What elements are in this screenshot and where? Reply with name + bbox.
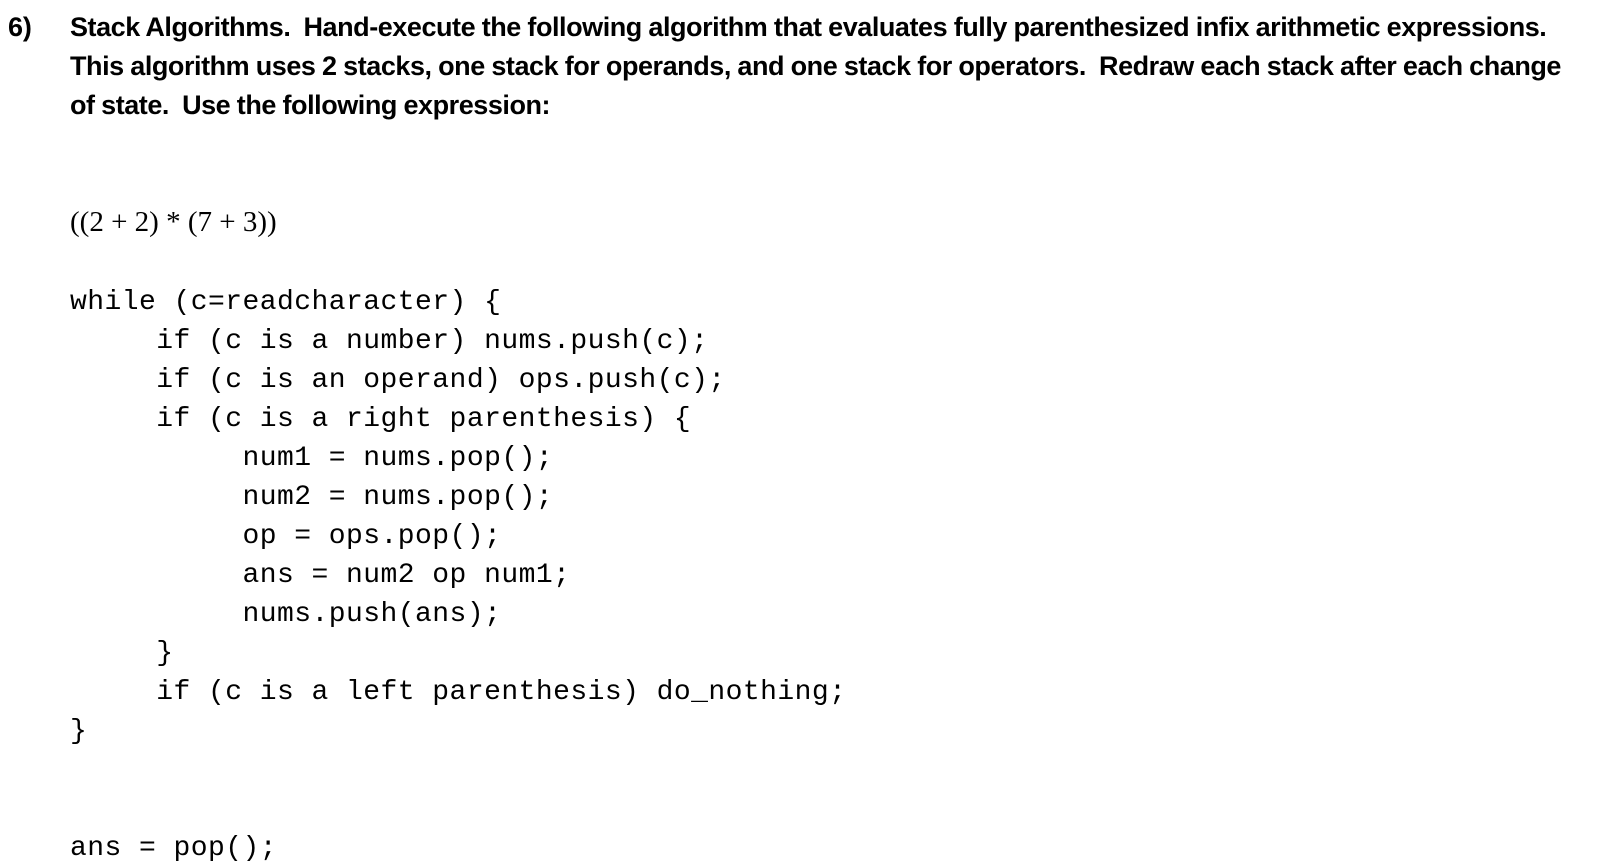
code-line: op = ops.pop(); <box>70 521 502 552</box>
code-line: if (c is a right parenthesis) { <box>70 404 692 435</box>
document-page: 6) Stack Algorithms. Hand-execute the fo… <box>0 0 1608 864</box>
code-line: ans = num2 op num1; <box>70 560 571 591</box>
code-line: num2 = nums.pop(); <box>70 482 554 513</box>
code-line: while (c=readcharacter) { <box>70 287 502 318</box>
code-line: ans = pop(); <box>70 833 278 864</box>
code-line: nums.push(ans); <box>70 599 502 630</box>
code-line: } <box>70 638 174 669</box>
code-line: num1 = nums.pop(); <box>70 443 554 474</box>
code-line: if (c is an operand) ops.push(c); <box>70 365 726 396</box>
question-number: 6) <box>8 12 32 42</box>
code-line: } <box>70 716 88 747</box>
infix-expression: ((2 + 2) * (7 + 3)) <box>70 206 277 238</box>
code-line: if (c is a left parenthesis) do_nothing; <box>70 677 847 708</box>
code-line: if (c is a number) nums.push(c); <box>70 326 709 357</box>
question-prompt-text: Stack Algorithms. Hand-execute the follo… <box>70 12 1568 120</box>
algorithm-code-block: while (c=readcharacter) { if (c is a num… <box>70 283 846 868</box>
